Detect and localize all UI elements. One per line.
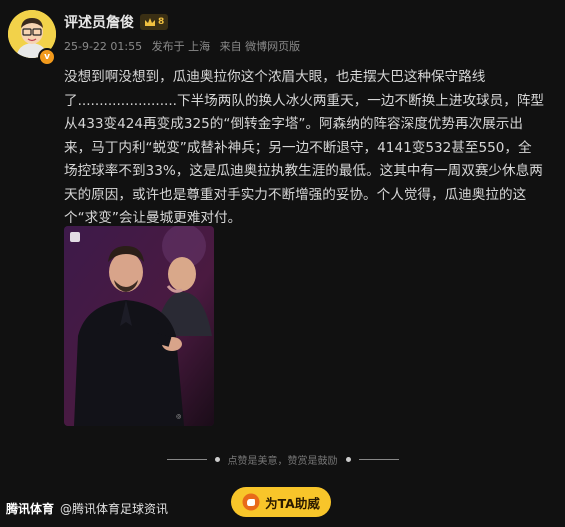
divider-line-left [166, 459, 207, 460]
reward-hint: 点赞是美意，赞赏是鼓励 [227, 456, 338, 467]
post-meta: 25-9-22 01:55 发布于 上海 来自 微博网页版 [64, 38, 306, 54]
post-text: 没想到啊没想到，瓜迪奥拉你这个浓眉大眼，也走摆大巴这种保守路线了........… [64, 69, 545, 226]
author-row: 评述员詹俊 8 [64, 12, 169, 32]
svg-text:◎: ◎ [176, 413, 181, 420]
divider-line-right [358, 459, 399, 460]
divider-dot-right [345, 457, 351, 462]
footer-brand: 腾讯体育 [6, 502, 55, 516]
footer-handle: @腾讯体育足球资讯 [60, 502, 169, 516]
post-source: 来自 微博网页版 [219, 40, 301, 53]
footer-watermark: 腾讯体育 @腾讯体育足球资讯 [6, 500, 168, 517]
post-datetime[interactable]: 25-9-22 01:55 [64, 40, 142, 53]
reward-divider: 点赞是美意，赞赏是鼓励 [0, 452, 565, 467]
level-badge: 8 [140, 14, 169, 30]
post-location: 发布于 上海 [151, 40, 211, 53]
level-number: 8 [158, 17, 165, 27]
post-photo: ◎ [64, 226, 214, 426]
username[interactable]: 评述员詹俊 [64, 12, 134, 32]
boost-button[interactable]: 为TA助威 [231, 487, 331, 517]
fist-icon [242, 493, 260, 511]
boost-label: 为TA助威 [265, 495, 320, 511]
verified-badge: v [38, 48, 56, 66]
crown-icon [145, 18, 155, 26]
divider-dot-left [214, 457, 220, 462]
post-image[interactable]: ◎ [64, 226, 214, 426]
